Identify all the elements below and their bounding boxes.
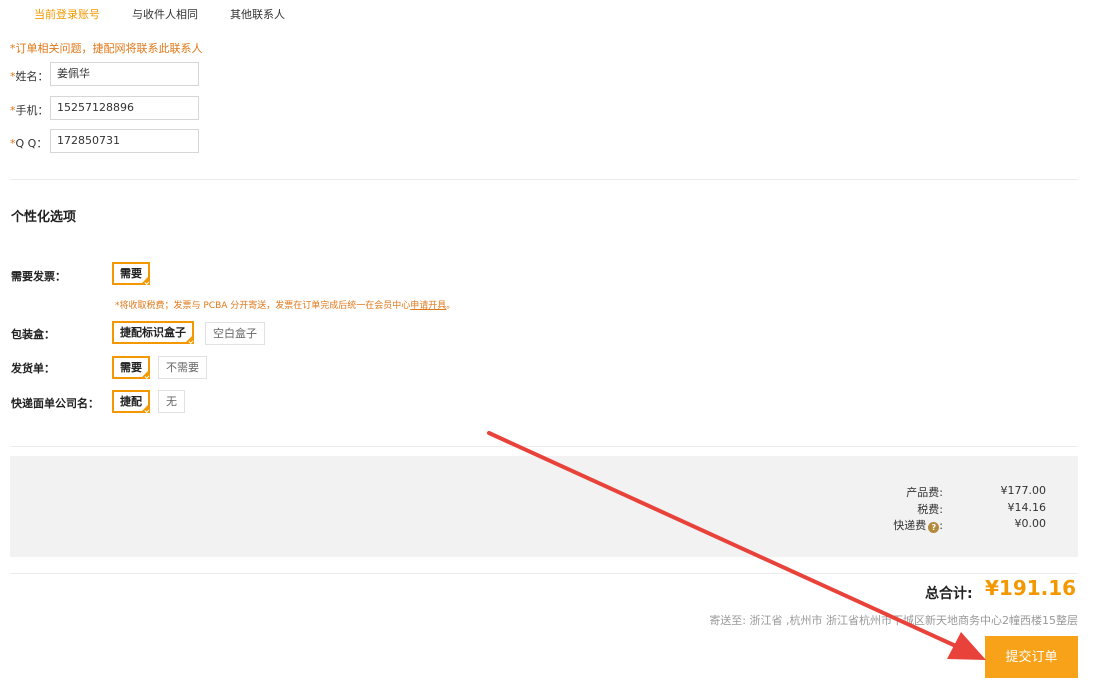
delivery-note-option-no[interactable]: 不需要 <box>158 356 207 379</box>
product-fee-value: ¥177.00 <box>1000 484 1047 497</box>
box-label: 包装盒： <box>11 328 55 341</box>
box-option-blank[interactable]: 空白盒子 <box>205 322 265 345</box>
contact-note: *订单相关问题，捷配网将联系此联系人 <box>10 42 203 55</box>
tax-fee-value: ¥14.16 <box>1007 501 1047 514</box>
divider <box>10 179 1078 180</box>
phone-label: *手机： <box>10 104 49 117</box>
qq-input[interactable]: 172850731 <box>50 129 199 153</box>
tab-same-as-recipient[interactable]: 与收件人相同 <box>132 6 198 22</box>
check-corner-icon <box>141 404 149 412</box>
shipping-fee-value: ¥0.00 <box>1014 517 1047 530</box>
annotation-arrow-head <box>947 632 986 660</box>
product-fee-label: 产品费: <box>906 486 943 499</box>
section-title: 个性化选项 <box>11 210 77 225</box>
apply-invoice-link[interactable]: 申请开具 <box>410 301 446 311</box>
submit-order-button[interactable]: 提交订单 <box>985 636 1078 678</box>
tab-current-account[interactable]: 当前登录账号 <box>34 6 100 22</box>
phone-input[interactable]: 15257128896 <box>50 96 199 120</box>
box-option-branded[interactable]: 捷配标识盒子 <box>112 321 194 344</box>
question-icon[interactable]: ? <box>928 522 940 533</box>
invoice-note: *将收取税费；发票与 PCBA 分开寄送，发票在订单完成后统一在会员中心申请开具… <box>115 301 456 311</box>
total-value: ¥191.16 <box>985 576 1077 600</box>
check-corner-icon <box>141 276 149 284</box>
shipping-address: 寄送至: 浙江省 ,杭州市 浙江省杭州市下城区新天地商务中心2幢西楼15整层 <box>709 614 1078 627</box>
courier-name-option-jiepei[interactable]: 捷配 <box>112 390 150 413</box>
divider <box>10 573 1078 574</box>
tab-other-contact[interactable]: 其他联系人 <box>230 6 285 22</box>
invoice-label: 需要发票： <box>11 270 66 283</box>
check-corner-icon <box>141 370 149 378</box>
courier-name-label: 快递面单公司名： <box>11 397 99 410</box>
shipping-fee-label: 快递费?: <box>893 519 943 533</box>
name-label: *姓名： <box>10 70 49 83</box>
name-input[interactable]: 姜佩华 <box>50 62 199 86</box>
invoice-option-yes[interactable]: 需要 <box>112 262 150 285</box>
courier-name-option-none[interactable]: 无 <box>158 390 185 413</box>
total-label: 总合计: <box>925 586 973 602</box>
qq-label: *Q Q： <box>10 137 48 150</box>
tax-fee-label: 税费: <box>917 503 943 516</box>
divider <box>10 446 1078 447</box>
check-corner-icon <box>185 335 193 343</box>
delivery-note-option-yes[interactable]: 需要 <box>112 356 150 379</box>
delivery-note-label: 发货单： <box>11 362 55 375</box>
